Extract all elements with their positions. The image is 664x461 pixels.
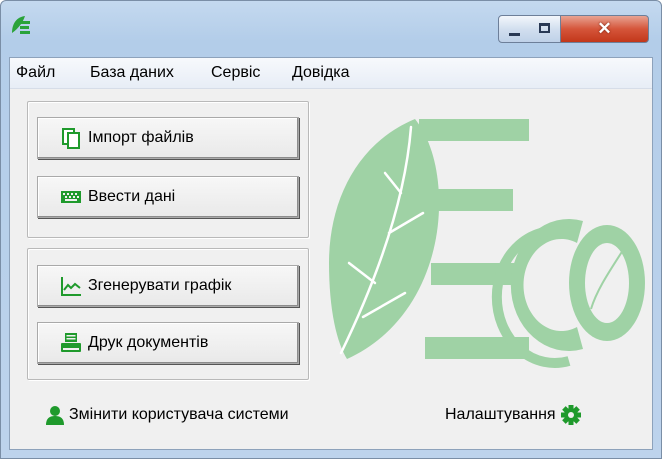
printer-icon xyxy=(61,333,81,352)
app-window: ✕ Файл База даних Сервіс Довідка Імпорт … xyxy=(0,0,662,459)
change-user-label: Змінити користувача системи xyxy=(69,406,289,423)
enter-data-button[interactable]: Ввести дані xyxy=(37,176,299,218)
import-files-button[interactable]: Імпорт файлів xyxy=(37,117,299,159)
documents-icon xyxy=(62,128,80,149)
close-button[interactable]: ✕ xyxy=(561,15,649,43)
menu-help[interactable]: Довідка xyxy=(292,58,350,88)
menu-database[interactable]: База даних xyxy=(90,58,174,88)
enter-data-label: Ввести дані xyxy=(88,188,176,205)
import-files-label: Імпорт файлів xyxy=(88,129,194,146)
menu-file[interactable]: Файл xyxy=(16,58,55,88)
settings-link[interactable]: Налаштування xyxy=(445,403,582,427)
gear-icon xyxy=(560,405,581,425)
generate-graph-label: Згенерувати графік xyxy=(88,277,232,294)
minimize-icon xyxy=(509,33,520,36)
menu-bar: Файл База даних Сервіс Довідка xyxy=(10,58,652,89)
maximize-button[interactable] xyxy=(529,15,561,43)
line-chart-icon xyxy=(61,277,81,296)
keyboard-icon xyxy=(61,191,81,203)
title-bar[interactable]: ✕ xyxy=(1,1,661,57)
print-documents-button[interactable]: Друк документів xyxy=(37,322,299,364)
eco-app-icon xyxy=(12,16,30,34)
change-user-link[interactable]: Змінити користувача системи xyxy=(45,403,289,427)
minimize-button[interactable] xyxy=(498,15,530,43)
print-documents-label: Друк документів xyxy=(88,334,209,351)
eco-logo xyxy=(329,119,645,368)
generate-graph-button[interactable]: Згенерувати графік xyxy=(37,265,299,307)
close-icon: ✕ xyxy=(597,19,612,38)
user-icon xyxy=(46,406,64,425)
settings-label: Налаштування xyxy=(445,406,556,423)
menu-service[interactable]: Сервіс xyxy=(211,58,260,88)
maximize-icon xyxy=(539,23,550,33)
